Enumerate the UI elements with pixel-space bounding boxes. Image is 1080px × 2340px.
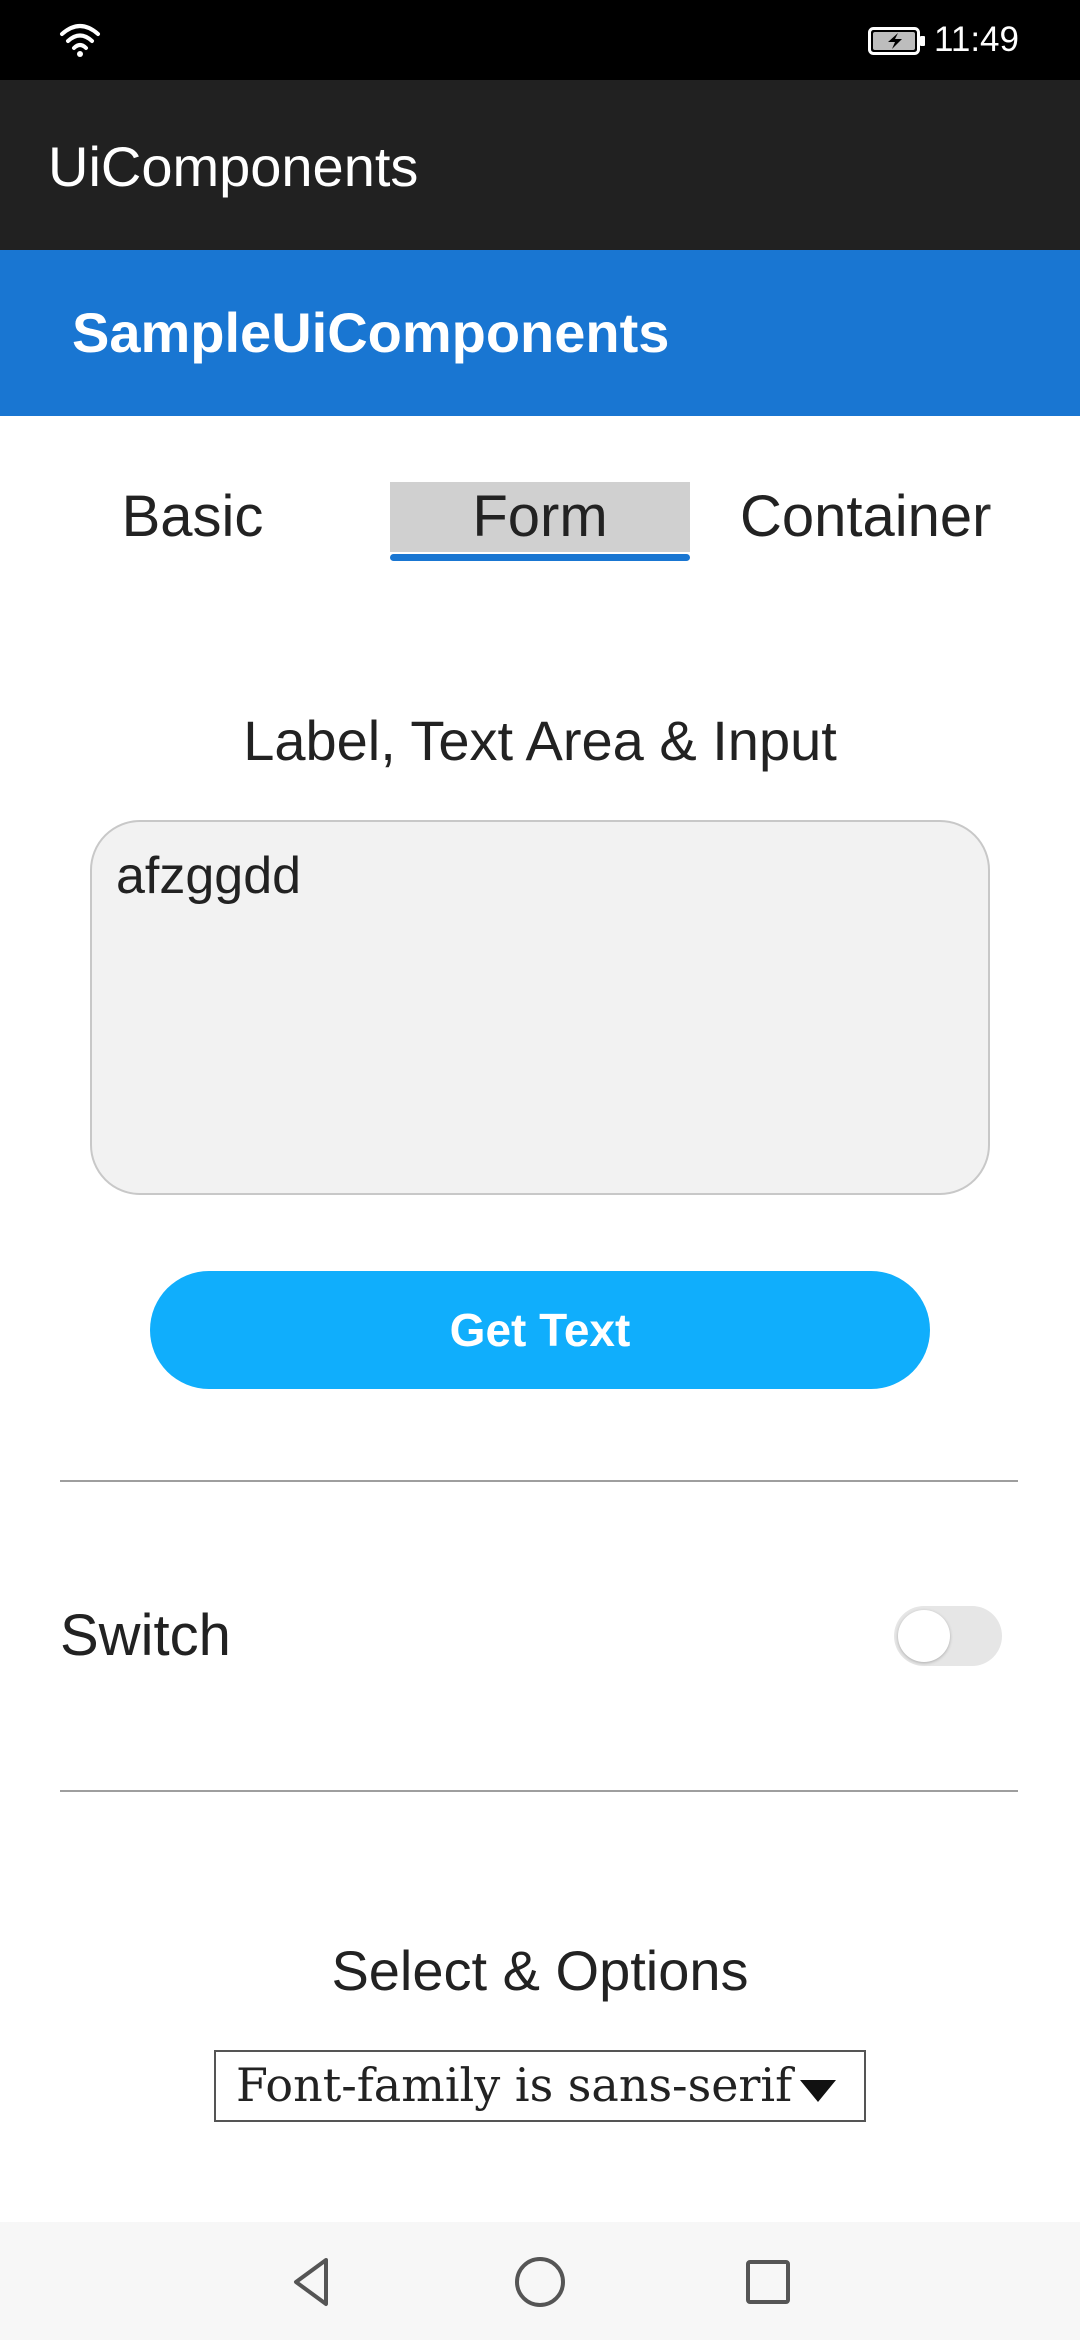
switch-thumb [898, 1610, 950, 1662]
page-title: SampleUiComponents [72, 301, 670, 364]
tab-form[interactable]: Form [390, 482, 690, 552]
tab-bar: Basic Form Container [0, 416, 1080, 596]
text-area[interactable]: afzggdd [90, 820, 990, 1195]
switch-toggle[interactable] [894, 1606, 1002, 1666]
battery-charging-icon [868, 27, 925, 55]
select-value: Font-family is sans-serif [236, 2058, 793, 2112]
font-family-select[interactable]: Font-family is sans-serif [214, 2050, 866, 2122]
app-title: UiComponents [48, 135, 419, 198]
divider [60, 1480, 1018, 1482]
dropdown-arrow-icon [800, 2080, 836, 2102]
tab-selected-indicator [390, 554, 690, 561]
home-icon[interactable] [510, 2252, 570, 2312]
get-text-button[interactable]: Get Text [150, 1271, 930, 1389]
select-section-title: Select & Options [331, 1939, 749, 2002]
textarea-section-title: Label, Text Area & Input [243, 709, 837, 772]
page-header: SampleUiComponents [0, 250, 1080, 416]
app-bar: UiComponents [0, 80, 1080, 250]
back-icon[interactable] [282, 2252, 342, 2312]
divider [60, 1790, 1018, 1792]
wifi-icon [60, 24, 100, 57]
tab-scroll-fade [980, 476, 1080, 556]
status-time: 11:49 [934, 20, 1019, 59]
status-bar: 11:49 [0, 0, 1080, 80]
tab-basic[interactable]: Basic [80, 482, 305, 552]
recents-icon[interactable] [738, 2252, 798, 2312]
navigation-bar [0, 2222, 1080, 2340]
switch-label: Switch [60, 1603, 231, 1668]
